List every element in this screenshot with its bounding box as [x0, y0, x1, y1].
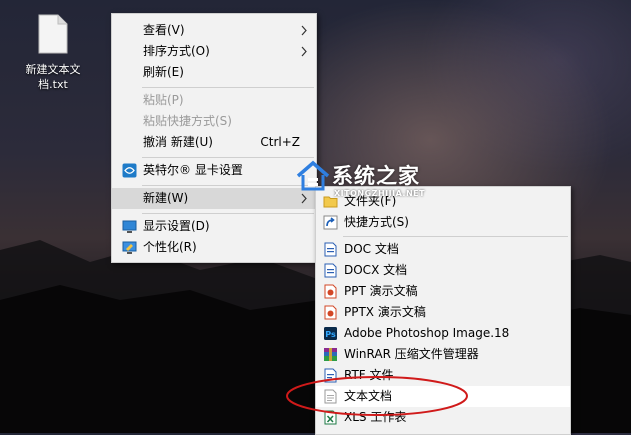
menu-item-view[interactable]: 查看(V) — [112, 20, 316, 41]
menu-separator — [142, 157, 314, 158]
chevron-right-icon — [301, 25, 307, 36]
menu-item-sort-by[interactable]: 排序方式(O) — [112, 41, 316, 62]
new-shortcut-item[interactable]: 快捷方式(S) — [316, 212, 570, 233]
shortcut-icon — [323, 215, 338, 230]
new-doc-item[interactable]: DOC 文档 — [316, 239, 570, 260]
desktop-text-file[interactable]: 新建文本文档.txt — [18, 14, 88, 92]
winrar-icon — [324, 348, 337, 361]
menu-item-paste-shortcut[interactable]: 粘贴快捷方式(S) — [112, 111, 316, 132]
watermark-brand: 系统之家 — [332, 164, 420, 188]
menu-separator — [343, 236, 568, 237]
annotation-ellipse — [286, 376, 468, 416]
ppt-icon — [324, 284, 337, 299]
intel-graphics-icon — [122, 163, 137, 178]
pptx-icon — [324, 305, 337, 320]
menu-item-personalize[interactable]: 个性化(R) — [112, 237, 316, 258]
doc-icon — [324, 242, 337, 257]
new-pptx-item[interactable]: PPTX 演示文稿 — [316, 302, 570, 323]
desktop-context-menu: 查看(V) 排序方式(O) 刷新(E) 粘贴(P) 粘贴快捷方式(S) 撤消 新… — [111, 13, 317, 263]
display-settings-icon — [122, 220, 137, 233]
new-docx-item[interactable]: DOCX 文档 — [316, 260, 570, 281]
svg-text:Ps: Ps — [325, 330, 336, 339]
docx-icon — [324, 263, 337, 278]
photoshop-icon: Ps — [324, 327, 337, 340]
text-file-icon — [38, 14, 68, 54]
chevron-right-icon — [301, 46, 307, 57]
watermark-url: XITONGZHIJIA.NET — [334, 189, 426, 198]
personalize-icon — [122, 241, 137, 254]
menu-item-intel-graphics[interactable]: 英特尔® 显卡设置 — [112, 160, 316, 181]
new-ppt-item[interactable]: PPT 演示文稿 — [316, 281, 570, 302]
house-logo-icon — [296, 160, 330, 191]
menu-item-new[interactable]: 新建(W) — [112, 188, 316, 209]
menu-separator — [142, 185, 314, 186]
menu-item-display-settings[interactable]: 显示设置(D) — [112, 216, 316, 237]
menu-item-refresh[interactable]: 刷新(E) — [112, 62, 316, 83]
desktop-file-label: 新建文本文档.txt — [25, 63, 81, 91]
menu-separator — [142, 213, 314, 214]
new-photoshop-item[interactable]: Ps Adobe Photoshop Image.18 — [316, 323, 570, 344]
menu-item-undo-new[interactable]: 撤消 新建(U) Ctrl+Z — [112, 132, 316, 153]
watermark-logo: 系统之家 XITONGZHIJIA.NET — [296, 158, 456, 204]
undo-shortcut: Ctrl+Z — [260, 135, 300, 149]
new-winrar-item[interactable]: WinRAR 压缩文件管理器 — [316, 344, 570, 365]
menu-separator — [142, 87, 314, 88]
menu-item-paste[interactable]: 粘贴(P) — [112, 90, 316, 111]
